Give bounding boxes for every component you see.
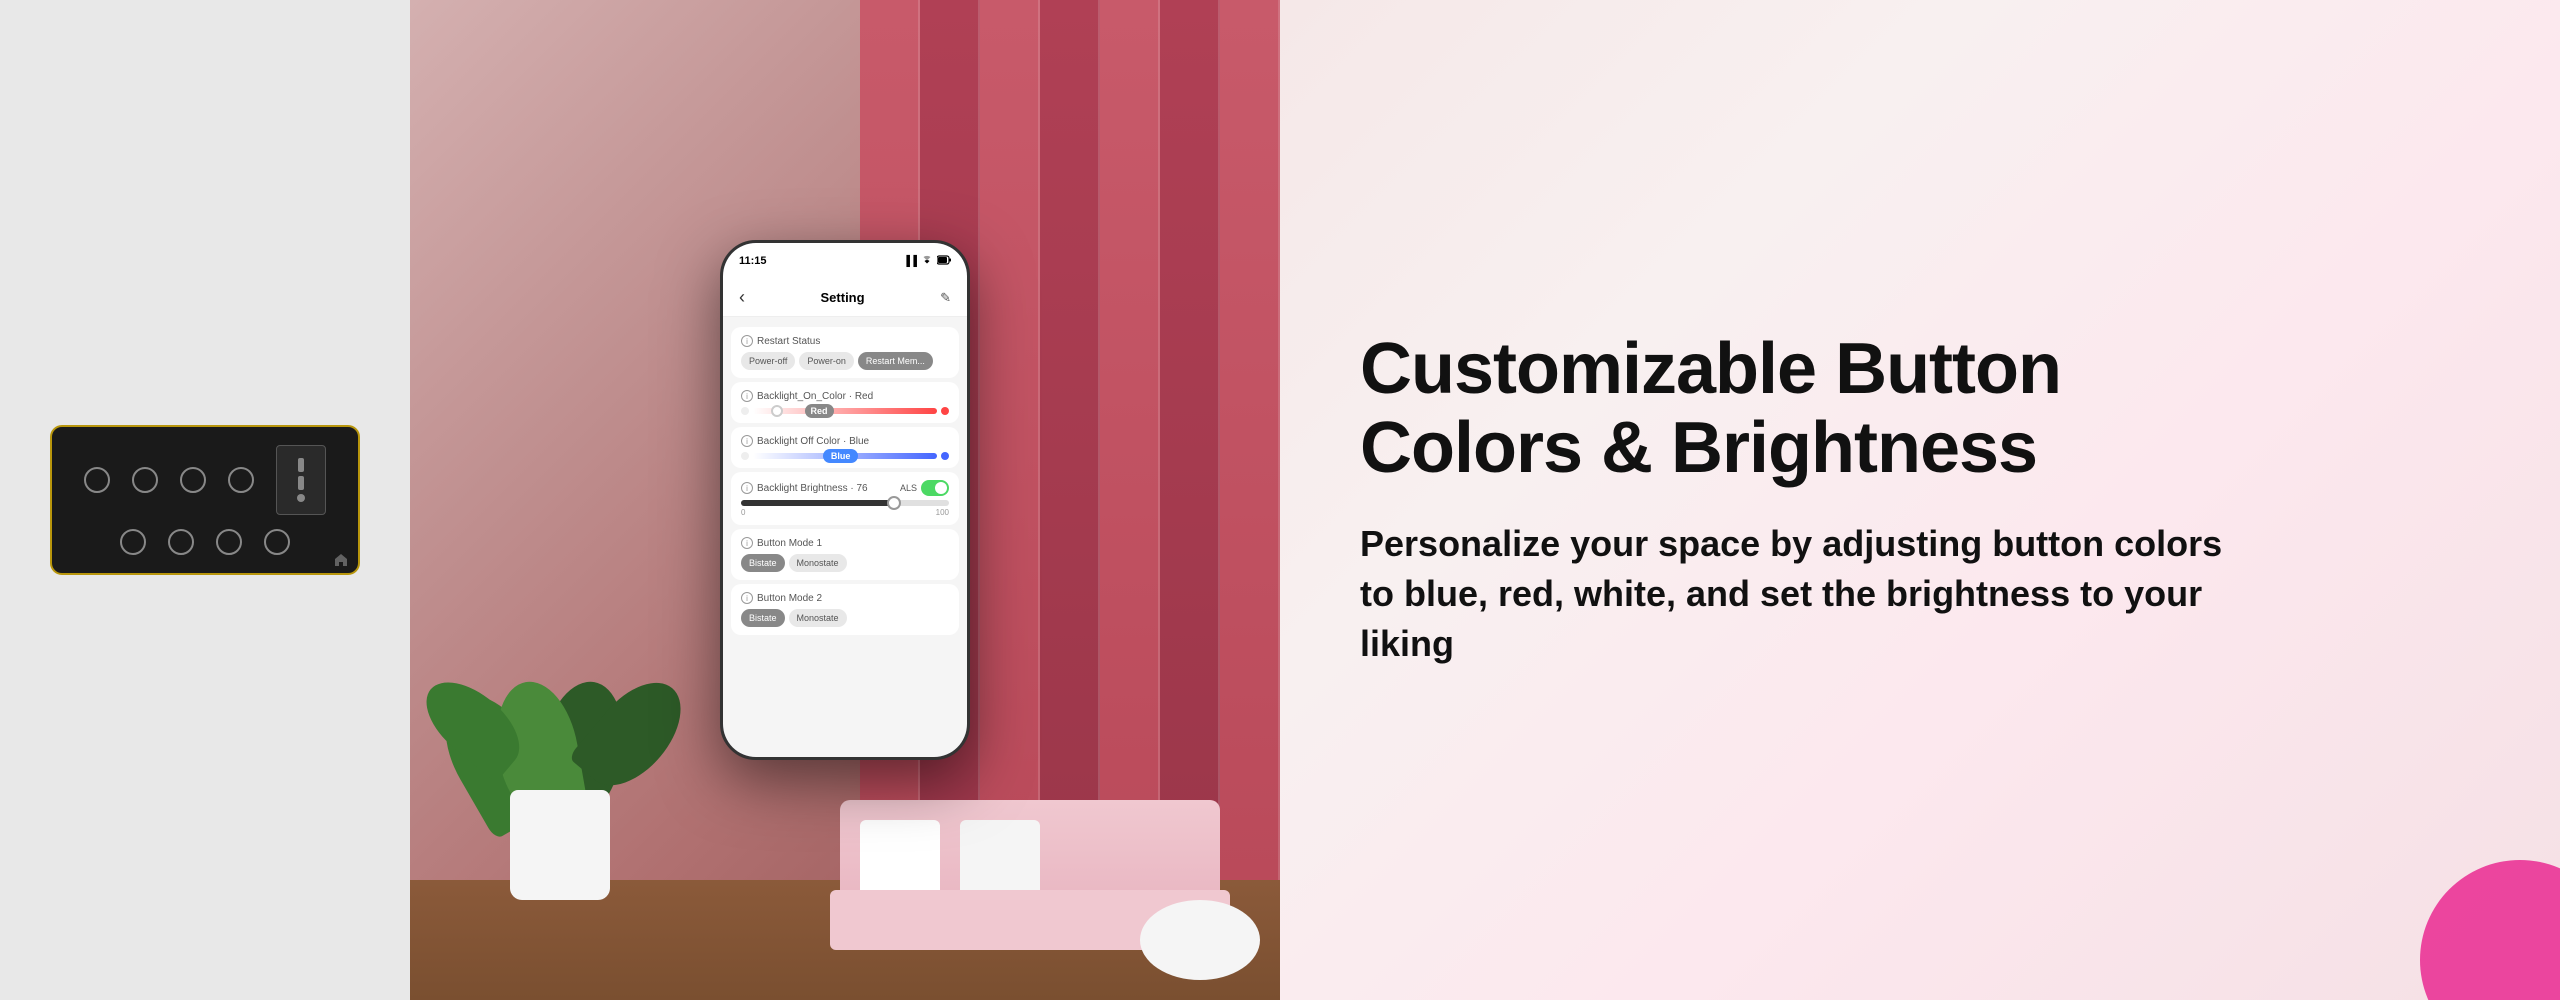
monostate-btn-1[interactable]: Monostate: [789, 554, 847, 572]
phone-content: i Restart Status Power-off Power-on Rest…: [723, 317, 967, 753]
power-off-btn[interactable]: Power-off: [741, 352, 795, 370]
button-mode-1-label: i Button Mode 1: [741, 537, 949, 549]
phone-screen: ‹ Setting ✎ i Restart Status Power-off P…: [723, 279, 967, 757]
switch-button-1: [84, 467, 110, 493]
restart-status-label: i Restart Status: [741, 335, 949, 347]
button-mode-2-group: Bistate Monostate: [741, 609, 949, 627]
sofa-cushion-1: [860, 820, 940, 900]
backlight-off-label: i Backlight Off Color · Blue: [741, 435, 949, 447]
info-icon-backlight-on: i: [741, 390, 753, 402]
info-icon-restart: i: [741, 335, 753, 347]
plant-leaves: [480, 540, 640, 820]
blue-slider-track: Blue: [753, 453, 937, 459]
toggle-thumb: [935, 482, 947, 494]
headline: Customizable Button Colors & Brightness: [1360, 330, 2480, 488]
color-dot-start: [741, 407, 749, 415]
brightness-label: i Backlight Brightness · 76: [741, 482, 868, 494]
switch-top-row: [84, 445, 326, 515]
outlet-slot-ground: [297, 494, 305, 502]
info-icon-brightness: i: [741, 482, 753, 494]
power-on-btn[interactable]: Power-on: [799, 352, 854, 370]
edit-button[interactable]: ✎: [940, 290, 951, 306]
als-switch[interactable]: [921, 480, 949, 496]
button-mode-2-label: i Button Mode 2: [741, 592, 949, 604]
stripe-7: [1220, 0, 1280, 1000]
brightness-slider-track: [741, 500, 949, 506]
plant-pot: [510, 790, 610, 900]
back-button[interactable]: ‹: [739, 287, 745, 308]
brightness-range-labels: 0 100: [741, 508, 949, 517]
info-icon-mode1: i: [741, 537, 753, 549]
phone-status-bar: 11:15 ▐▐: [723, 243, 967, 279]
switch-button-2: [132, 467, 158, 493]
switch-button-4: [228, 467, 254, 493]
switch-button-3: [180, 467, 206, 493]
switch-button-8: [264, 529, 290, 555]
backlight-off-color-slider: Blue: [741, 452, 949, 460]
color-dot-off-end: [941, 452, 949, 460]
switch-button-5: [120, 529, 146, 555]
restart-status-section: i Restart Status Power-off Power-on Rest…: [731, 327, 959, 378]
backlight-brightness-section: i Backlight Brightness · 76 ALS: [731, 472, 959, 525]
right-panel: Customizable Button Colors & Brightness …: [1280, 0, 2560, 1000]
home-icon: [334, 553, 348, 567]
outlet-slot-2: [298, 476, 304, 490]
info-icon-mode2: i: [741, 592, 753, 604]
monostate-btn-2[interactable]: Monostate: [789, 609, 847, 627]
phone-mockup: 11:15 ▐▐ ‹ Setting ✎: [720, 240, 970, 760]
switch-outlet: [276, 445, 326, 515]
backlight-on-color-slider: Red: [741, 407, 949, 415]
backlight-off-color-section: i Backlight Off Color · Blue Blue: [731, 427, 959, 468]
info-icon-backlight-off: i: [741, 435, 753, 447]
switch-bottom-row: [120, 529, 290, 555]
device-switch-image: [50, 425, 360, 575]
wifi-icon: [921, 255, 933, 268]
screen-title: Setting: [821, 290, 865, 305]
button-mode-1-group: Bistate Monostate: [741, 554, 949, 572]
restart-mem-btn[interactable]: Restart Mem...: [858, 352, 933, 370]
restart-button-group: Power-off Power-on Restart Mem...: [741, 352, 949, 370]
color-dot-off-start: [741, 452, 749, 460]
phone-time: 11:15: [739, 255, 767, 267]
button-mode-2-section: i Button Mode 2 Bistate Monostate: [731, 584, 959, 635]
backlight-on-color-section: i Backlight_On_Color · Red Red: [731, 382, 959, 423]
button-mode-1-section: i Button Mode 1 Bistate Monostate: [731, 529, 959, 580]
als-toggle: ALS: [900, 480, 949, 496]
battery-icon: [937, 255, 951, 268]
brightness-slider-thumb[interactable]: [887, 496, 901, 510]
brightness-fill: [741, 500, 891, 506]
brightness-header-row: i Backlight Brightness · 76 ALS: [741, 480, 949, 496]
subheadline: Personalize your space by adjusting butt…: [1360, 519, 2260, 670]
phone-app-header: ‹ Setting ✎: [723, 279, 967, 317]
middle-panel: 11:15 ▐▐ ‹ Setting ✎: [410, 0, 1280, 1000]
sofa-cushion-2: [960, 820, 1040, 900]
red-slider-track: Red: [753, 408, 937, 414]
switch-button-6: [168, 529, 194, 555]
phone-status-icons: ▐▐: [903, 255, 951, 268]
backlight-on-label: i Backlight_On_Color · Red: [741, 390, 949, 402]
bistate-btn-1[interactable]: Bistate: [741, 554, 785, 572]
bistate-btn-2[interactable]: Bistate: [741, 609, 785, 627]
red-slider-thumb[interactable]: [771, 405, 783, 417]
outlet-slot-1: [298, 458, 304, 472]
plant-area: [470, 550, 650, 900]
blue-color-pill: Blue: [823, 449, 859, 463]
color-dot-end: [941, 407, 949, 415]
red-color-pill: Red: [805, 404, 834, 418]
signal-icon: ▐▐: [903, 256, 917, 267]
left-panel: [0, 0, 410, 1000]
table: [1140, 900, 1260, 980]
switch-button-7: [216, 529, 242, 555]
